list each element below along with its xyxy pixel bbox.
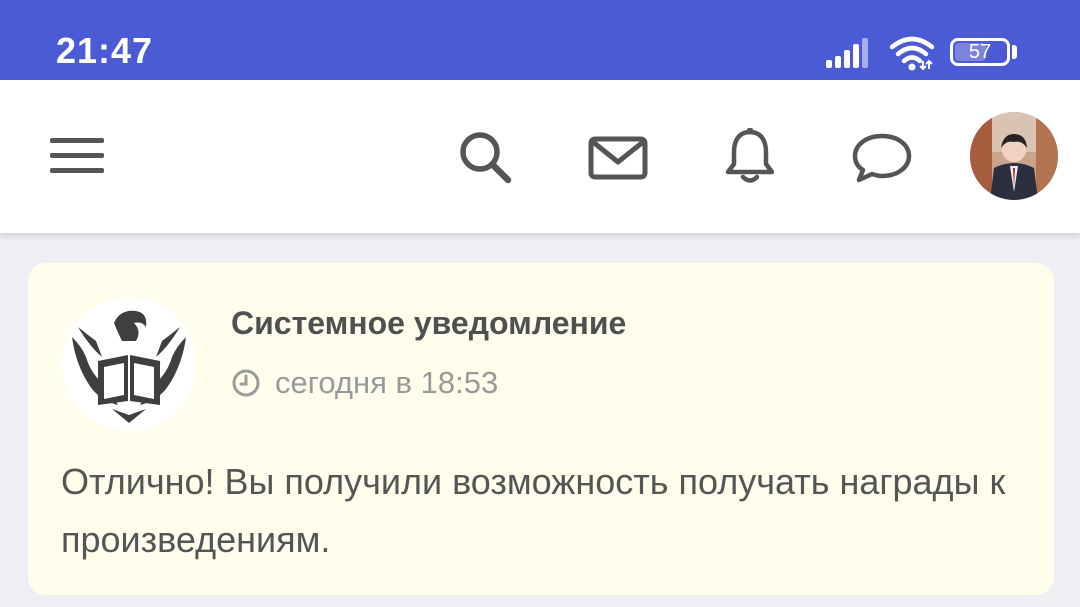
mail-icon[interactable] — [588, 136, 648, 180]
battery-level: 57 — [968, 41, 992, 63]
signal-icon — [826, 38, 868, 68]
notification-card[interactable]: Системное уведомление сегодня в 18:53 От… — [28, 263, 1054, 595]
status-time: 21:47 — [56, 30, 154, 71]
status-bar: 21:47 57 — [0, 0, 1080, 80]
phoenix-book-logo-icon — [62, 297, 196, 431]
app-bar — [0, 80, 1080, 233]
notification-time-row: сегодня в 18:53 — [231, 363, 498, 403]
notification-message: Отлично! Вы получили возможность получат… — [61, 461, 1006, 560]
chat-icon[interactable] — [852, 132, 912, 184]
menu-icon[interactable] — [50, 136, 104, 176]
sender-name: Системное уведомление — [231, 305, 627, 341]
clock-icon — [232, 369, 260, 397]
notification-time: сегодня в 18:53 — [275, 365, 499, 400]
bell-icon[interactable] — [724, 128, 776, 184]
battery-tip — [1012, 45, 1017, 59]
sender-avatar — [62, 297, 196, 431]
user-avatar[interactable] — [970, 112, 1058, 200]
battery-icon: 57 — [950, 38, 1010, 66]
search-icon[interactable] — [458, 130, 514, 186]
wifi-icon — [889, 36, 935, 71]
